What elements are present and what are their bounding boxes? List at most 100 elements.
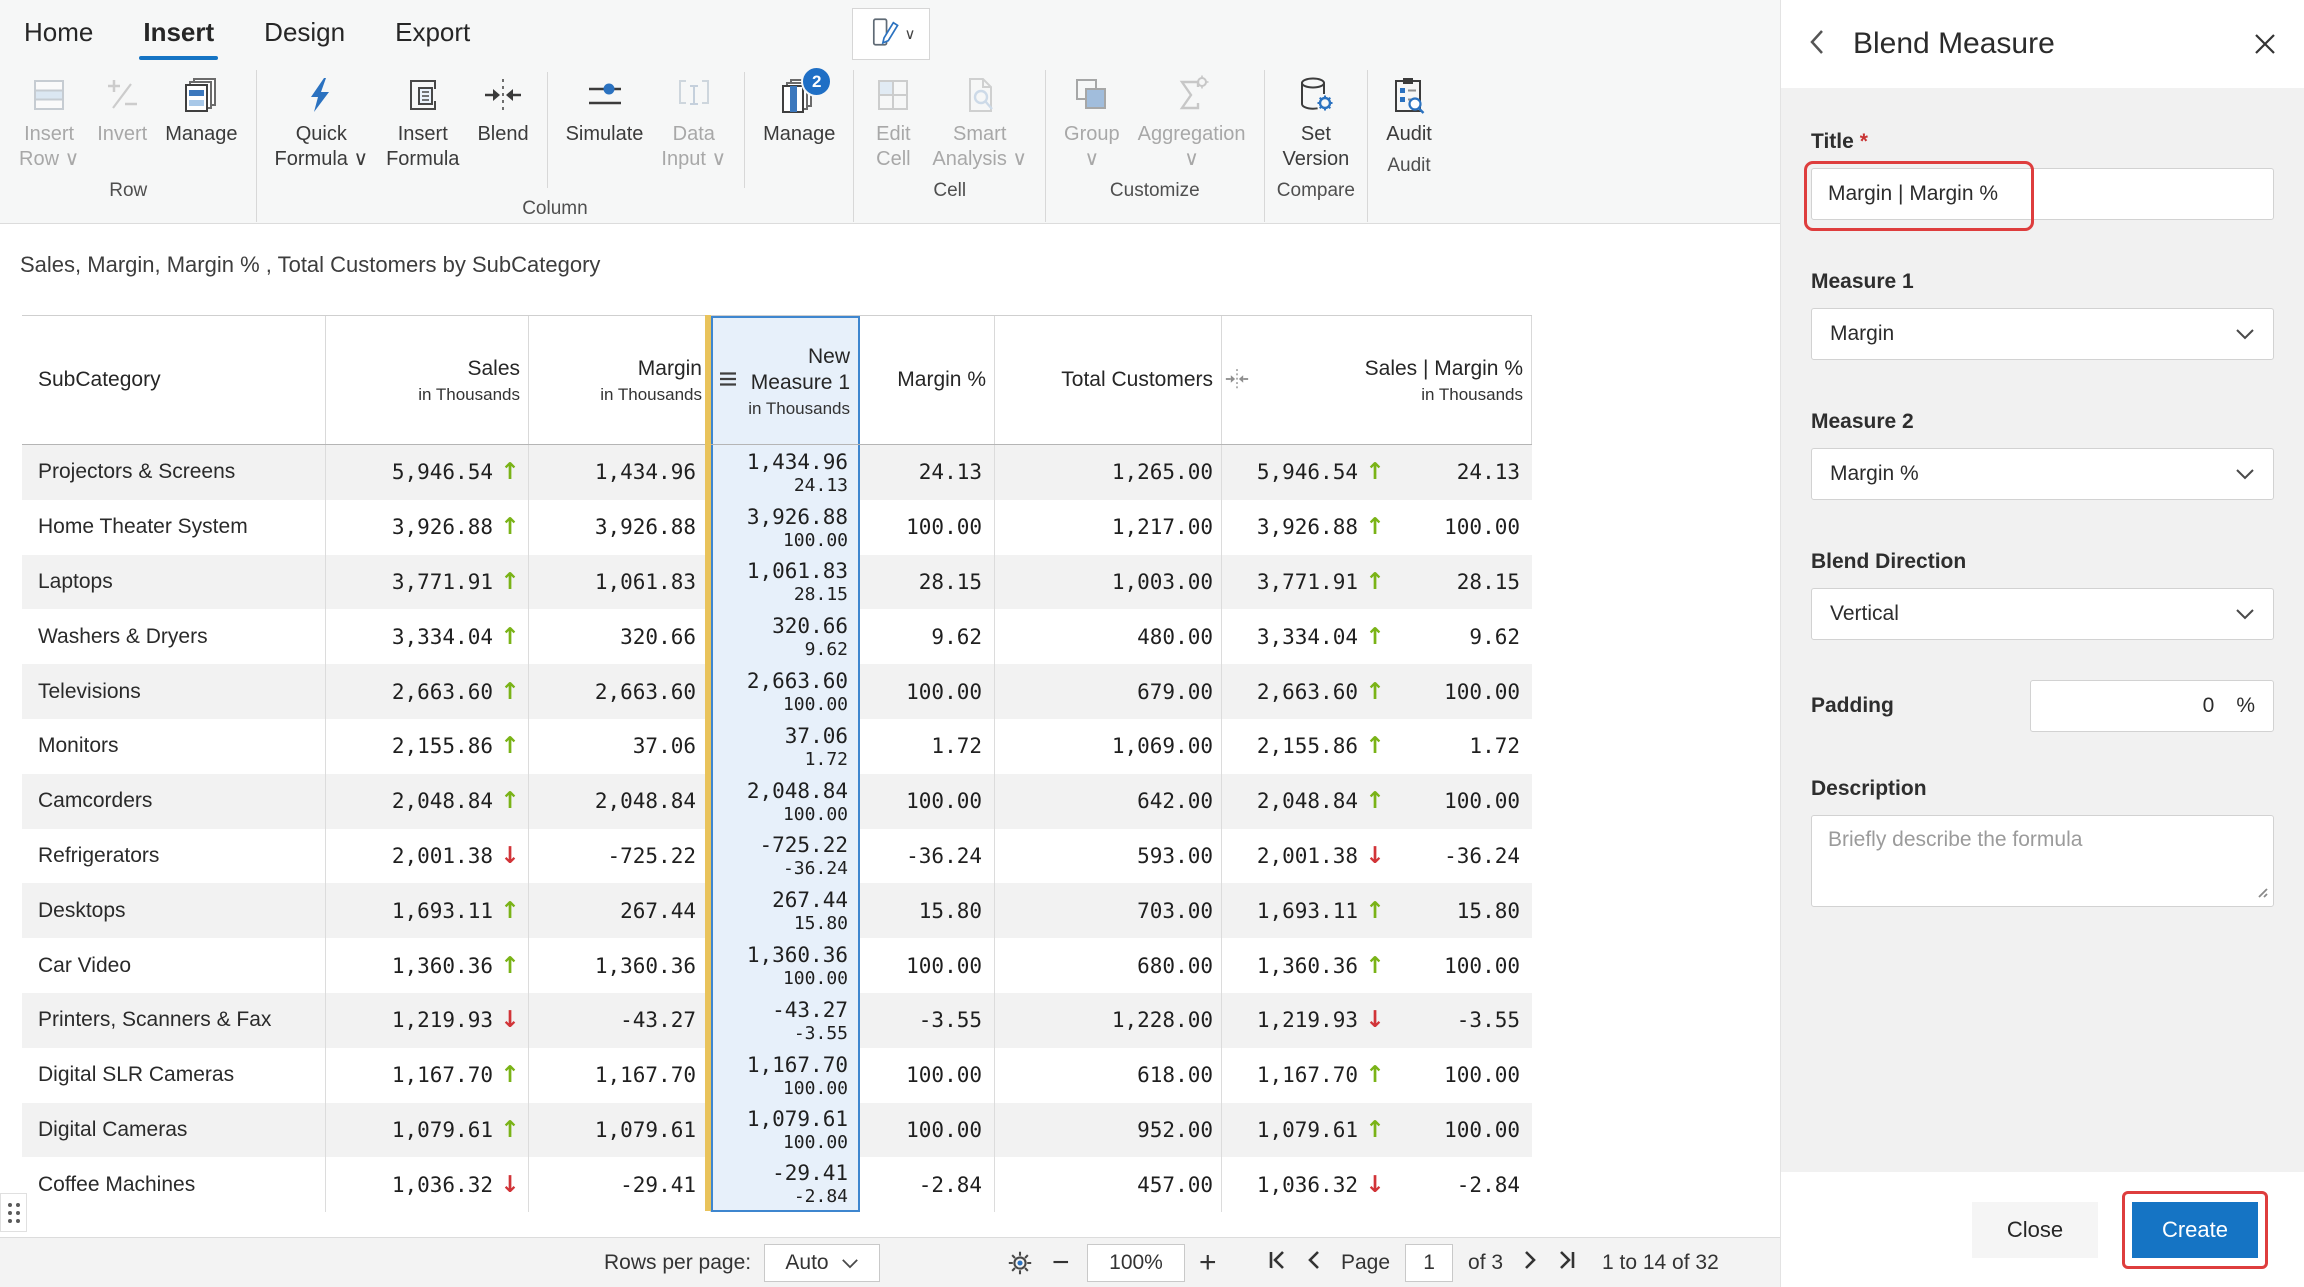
cell-margin[interactable]: 2,663.60 (529, 664, 711, 719)
column-header-margin-[interactable]: Margin % (860, 316, 995, 444)
cell-sales-margin-pct[interactable]: 3,926.88↑100.00 (1222, 500, 1532, 555)
column-header-new-measure-1[interactable]: New Measure 1in Thousands (711, 316, 860, 444)
cell-new-measure-1[interactable]: 320.669.62 (711, 609, 860, 664)
resize-handle-icon[interactable] (2253, 883, 2269, 904)
measure1-select[interactable]: Margin (1811, 308, 2274, 360)
description-textarea[interactable] (1811, 815, 2274, 907)
cell-sales-margin-pct[interactable]: 5,946.54↑24.13 (1222, 445, 1532, 500)
cell-margin[interactable]: 1,434.96 (529, 445, 711, 500)
cell-sales-margin-pct[interactable]: 1,079.61↑100.00 (1222, 1103, 1532, 1158)
cell-margin-pct[interactable]: 15.80 (860, 883, 995, 938)
column-header-sales[interactable]: Salesin Thousands (326, 316, 529, 444)
cell-sales[interactable]: 5,946.54↑ (326, 445, 529, 500)
cell-sales[interactable]: 3,771.91↑ (326, 555, 529, 610)
cell-total-customers[interactable]: 1,265.00 (995, 445, 1222, 500)
title-input[interactable] (1811, 168, 2274, 220)
cell-margin[interactable]: 1,167.70 (529, 1048, 711, 1103)
cell-margin-pct[interactable]: 100.00 (860, 1048, 995, 1103)
cell-margin[interactable]: 2,048.84 (529, 774, 711, 829)
cell-total-customers[interactable]: 703.00 (995, 883, 1222, 938)
column-header-subcategory[interactable]: SubCategory (22, 316, 326, 444)
next-page-icon[interactable] (1518, 1249, 1540, 1277)
cell-new-measure-1[interactable]: 3,926.88100.00 (711, 500, 860, 555)
cell-subcategory[interactable]: Televisions (22, 664, 326, 719)
cell-new-measure-1[interactable]: -29.41-2.84 (711, 1157, 860, 1212)
close-icon[interactable] (2252, 31, 2278, 57)
cell-subcategory[interactable]: Printers, Scanners & Fax (22, 993, 326, 1048)
cell-total-customers[interactable]: 480.00 (995, 609, 1222, 664)
cell-sales[interactable]: 1,167.70↑ (326, 1048, 529, 1103)
set-version-button[interactable]: SetVersion (1274, 70, 1359, 172)
create-button[interactable]: Create (2132, 1202, 2258, 1258)
cell-new-measure-1[interactable]: 2,048.84100.00 (711, 774, 860, 829)
cell-margin-pct[interactable]: 100.00 (860, 938, 995, 993)
cell-margin-pct[interactable]: 100.00 (860, 1103, 995, 1158)
cell-sales[interactable]: 1,219.93↓ (326, 993, 529, 1048)
zoom-in-button[interactable]: + (1199, 1238, 1217, 1287)
cell-total-customers[interactable]: 457.00 (995, 1157, 1222, 1212)
column-header-margin[interactable]: Marginin Thousands (529, 316, 711, 444)
cell-sales-margin-pct[interactable]: 3,334.04↑9.62 (1222, 609, 1532, 664)
zoom-out-button[interactable]: − (1052, 1238, 1070, 1287)
cell-margin[interactable]: 37.06 (529, 719, 711, 774)
cell-margin[interactable]: -43.27 (529, 993, 711, 1048)
manage-rows-button[interactable]: Manage (156, 70, 246, 147)
cell-subcategory[interactable]: Car Video (22, 938, 326, 993)
cell-margin-pct[interactable]: -2.84 (860, 1157, 995, 1212)
cell-sales[interactable]: 1,360.36↑ (326, 938, 529, 993)
cell-sales[interactable]: 2,155.86↑ (326, 719, 529, 774)
cell-sales-margin-pct[interactable]: 1,167.70↑100.00 (1222, 1048, 1532, 1103)
cell-subcategory[interactable]: Camcorders (22, 774, 326, 829)
zoom-level[interactable]: 100% (1087, 1244, 1185, 1282)
cell-subcategory[interactable]: Refrigerators (22, 829, 326, 884)
cell-sales[interactable]: 3,926.88↑ (326, 500, 529, 555)
rows-per-page-select[interactable]: Auto (764, 1244, 880, 1282)
cell-new-measure-1[interactable]: 1,434.9624.13 (711, 445, 860, 500)
cell-total-customers[interactable]: 1,217.00 (995, 500, 1222, 555)
cell-margin[interactable]: 1,079.61 (529, 1103, 711, 1158)
padding-input[interactable]: 0 % (2030, 680, 2274, 732)
cell-sales[interactable]: 2,663.60↑ (326, 664, 529, 719)
insert-formula-button[interactable]: InsertFormula (377, 70, 468, 172)
cell-total-customers[interactable]: 593.00 (995, 829, 1222, 884)
cell-subcategory[interactable]: Coffee Machines (22, 1157, 326, 1212)
edit-mode-button[interactable]: ∨ (852, 8, 930, 60)
cell-total-customers[interactable]: 952.00 (995, 1103, 1222, 1158)
cell-new-measure-1[interactable]: -43.27-3.55 (711, 993, 860, 1048)
cell-sales-margin-pct[interactable]: 2,663.60↑100.00 (1222, 664, 1532, 719)
cell-margin[interactable]: 267.44 (529, 883, 711, 938)
cell-subcategory[interactable]: Monitors (22, 719, 326, 774)
measure2-select[interactable]: Margin % (1811, 448, 2274, 500)
cell-new-measure-1[interactable]: 2,663.60100.00 (711, 664, 860, 719)
column-header-sales-margin-[interactable]: Sales | Margin %in Thousands (1222, 316, 1532, 444)
cell-sales-margin-pct[interactable]: 2,155.86↑1.72 (1222, 719, 1532, 774)
cell-subcategory[interactable]: Projectors & Screens (22, 445, 326, 500)
tab-export[interactable]: Export (393, 7, 472, 58)
cell-subcategory[interactable]: Desktops (22, 883, 326, 938)
cell-sales-margin-pct[interactable]: 1,036.32↓-2.84 (1222, 1157, 1532, 1212)
cell-new-measure-1[interactable]: 267.4415.80 (711, 883, 860, 938)
cell-new-measure-1[interactable]: -725.22-36.24 (711, 829, 860, 884)
cell-sales[interactable]: 2,001.38↓ (326, 829, 529, 884)
column-header-total-customers[interactable]: Total Customers (995, 316, 1222, 444)
cell-total-customers[interactable]: 679.00 (995, 664, 1222, 719)
manage-columns-button[interactable]: 2Manage (754, 70, 844, 147)
cell-total-customers[interactable]: 642.00 (995, 774, 1222, 829)
settings-gear-icon[interactable] (1004, 1238, 1036, 1287)
cell-new-measure-1[interactable]: 1,061.8328.15 (711, 555, 860, 610)
simulate-button[interactable]: Simulate (557, 70, 653, 147)
cell-margin-pct[interactable]: 24.13 (860, 445, 995, 500)
blend-direction-select[interactable]: Vertical (1811, 588, 2274, 640)
cell-margin-pct[interactable]: -36.24 (860, 829, 995, 884)
cell-new-measure-1[interactable]: 37.061.72 (711, 719, 860, 774)
cell-margin-pct[interactable]: 100.00 (860, 500, 995, 555)
cell-margin[interactable]: -725.22 (529, 829, 711, 884)
last-page-icon[interactable] (1555, 1249, 1577, 1277)
quick-formula-button[interactable]: QuickFormula ∨ (266, 70, 378, 172)
cell-sales[interactable]: 2,048.84↑ (326, 774, 529, 829)
cell-total-customers[interactable]: 680.00 (995, 938, 1222, 993)
cell-margin-pct[interactable]: 100.00 (860, 774, 995, 829)
audit-button[interactable]: Audit (1377, 70, 1441, 147)
cell-sales-margin-pct[interactable]: 2,048.84↑100.00 (1222, 774, 1532, 829)
cell-sales[interactable]: 1,036.32↓ (326, 1157, 529, 1212)
